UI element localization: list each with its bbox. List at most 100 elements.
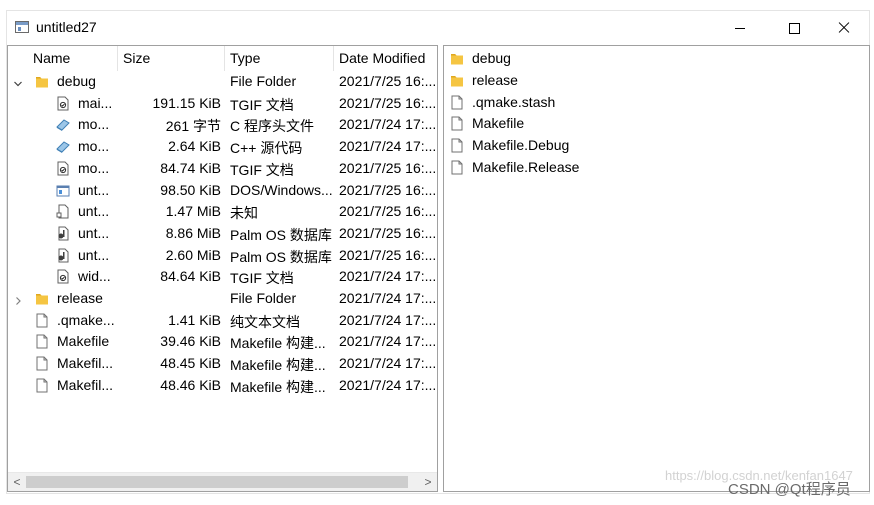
table-row[interactable]: unt... 8.86 MiB Palm OS 数据库 2021/7/25 16:..… bbox=[8, 223, 437, 244]
row-name: wid... bbox=[78, 268, 111, 285]
minimize-icon bbox=[735, 27, 745, 29]
row-type: TGIF 文档 bbox=[230, 96, 294, 113]
chevron-right-icon[interactable] bbox=[13, 293, 23, 305]
row-type: C++ 源代码 bbox=[230, 140, 303, 157]
row-name: .qmake... bbox=[57, 311, 115, 328]
row-date-modified: 2021/7/25 16:... bbox=[339, 181, 437, 198]
list-view[interactable]: debug release .qmake.stash Makefile Makefile… bbox=[443, 45, 870, 492]
folder-icon bbox=[35, 291, 49, 306]
column-header-type[interactable]: Type bbox=[225, 46, 334, 71]
row-type: File Folder bbox=[230, 73, 297, 89]
row-type: Makefile 构建... bbox=[230, 335, 326, 352]
tree-header: Name Size Type Date Modified bbox=[8, 46, 437, 71]
row-size: 2.60 MiB bbox=[165, 246, 221, 263]
row-name: mo... bbox=[78, 138, 110, 155]
app-window-icon bbox=[15, 21, 29, 33]
list-item[interactable]: Makefile bbox=[444, 112, 869, 134]
list-item-label: Makefile.Debug bbox=[472, 137, 570, 154]
chevron-right-icon: > bbox=[424, 475, 432, 489]
table-row[interactable]: unt... 1.47 MiB 未知 2021/7/25 16:... bbox=[8, 201, 437, 222]
scrollbar-thumb[interactable] bbox=[26, 476, 408, 488]
row-type: DOS/Windows... bbox=[230, 181, 333, 198]
minimize-button[interactable] bbox=[717, 11, 763, 45]
row-date-modified: 2021/7/24 17:... bbox=[339, 268, 437, 285]
watermark-label: CSDN @Qt程序员 bbox=[728, 481, 851, 498]
table-row[interactable]: Makefil... 48.45 KiB Makefile 构建... 2021/7/… bbox=[8, 353, 437, 374]
tgif-file-icon bbox=[56, 161, 70, 176]
row-date-modified: 2021/7/25 16:... bbox=[339, 246, 437, 263]
row-name: release bbox=[57, 290, 103, 306]
scroll-left-button[interactable]: < bbox=[8, 473, 26, 491]
maximize-button[interactable] bbox=[771, 11, 817, 45]
list-item[interactable]: Makefile.Release bbox=[444, 156, 869, 178]
tree-folder-row[interactable]: release File Folder 2021/7/24 17:... bbox=[8, 288, 437, 309]
list-item-label: release bbox=[472, 71, 518, 88]
table-row[interactable]: mo... 2.64 KiB C++ 源代码 2021/7/24 17:... bbox=[8, 136, 437, 157]
list-item[interactable]: Makefile.Debug bbox=[444, 134, 869, 156]
source-file-icon bbox=[56, 117, 70, 132]
row-name: mo... bbox=[78, 159, 110, 176]
row-size: 191.15 KiB bbox=[152, 94, 222, 111]
list-item[interactable]: debug bbox=[444, 47, 869, 69]
unknown-file-icon bbox=[56, 204, 70, 219]
row-date-modified: 2021/7/24 17:... bbox=[339, 376, 437, 393]
row-date-modified: 2021/7/24 17:... bbox=[339, 138, 437, 155]
row-name: mo... bbox=[78, 116, 110, 133]
row-size: 2.64 KiB bbox=[168, 138, 221, 155]
tgif-file-icon bbox=[56, 96, 70, 111]
table-row[interactable]: wid... 84.64 KiB TGIF 文档 2021/7/24 17:... bbox=[8, 266, 437, 287]
table-row[interactable]: Makefil... 48.46 KiB Makefile 构建... 2021/7/… bbox=[8, 375, 437, 396]
file-icon bbox=[450, 160, 464, 175]
row-type: C 程序头文件 bbox=[230, 118, 314, 135]
row-date-modified: 2021/7/24 17:... bbox=[339, 311, 437, 328]
scroll-right-button[interactable]: > bbox=[419, 473, 437, 491]
row-type: Palm OS 数据库 bbox=[230, 226, 332, 243]
row-name: mai... bbox=[78, 94, 113, 111]
file-icon bbox=[450, 116, 464, 131]
row-size: 1.41 KiB bbox=[168, 311, 221, 328]
file-icon bbox=[35, 378, 49, 393]
list-item[interactable]: .qmake.stash bbox=[444, 91, 869, 113]
list-item[interactable]: release bbox=[444, 69, 869, 91]
table-row[interactable]: Makefile 39.46 KiB Makefile 构建... 2021/7/24… bbox=[8, 331, 437, 352]
row-type: Makefile 构建... bbox=[230, 357, 326, 374]
row-size: 48.46 KiB bbox=[160, 376, 221, 393]
row-type: TGIF 文档 bbox=[230, 161, 294, 178]
folder-icon bbox=[450, 51, 464, 66]
row-type: 未知 bbox=[230, 205, 258, 222]
row-size: 39.46 KiB bbox=[160, 333, 221, 350]
tree-folder-row[interactable]: debug File Folder 2021/7/25 16:... bbox=[8, 71, 437, 92]
row-size: 84.74 KiB bbox=[160, 159, 221, 176]
chevron-down-icon[interactable] bbox=[13, 76, 23, 87]
table-row[interactable]: mai... 191.15 KiB TGIF 文档 2021/7/25 16:... bbox=[8, 93, 437, 114]
file-icon bbox=[35, 313, 49, 328]
row-size: 8.86 MiB bbox=[165, 224, 221, 241]
folder-icon bbox=[35, 74, 49, 89]
row-date-modified: 2021/7/25 16:... bbox=[339, 203, 437, 220]
source-file-icon bbox=[56, 139, 70, 154]
list-item-label: .qmake.stash bbox=[472, 93, 556, 110]
column-header-size[interactable]: Size bbox=[118, 46, 225, 71]
close-button[interactable] bbox=[821, 11, 867, 45]
table-row[interactable]: mo... 261 字节 C 程序头文件 2021/7/24 17:... bbox=[8, 114, 437, 135]
file-icon bbox=[450, 95, 464, 110]
table-row[interactable]: unt... 98.50 KiB DOS/Windows... 2021/7/25 1… bbox=[8, 180, 437, 201]
list-item-label: Makefile bbox=[472, 115, 525, 132]
row-type: File Folder bbox=[230, 290, 297, 306]
table-row[interactable]: unt... 2.60 MiB Palm OS 数据库 2021/7/25 16:..… bbox=[8, 245, 437, 266]
horizontal-scrollbar[interactable]: < > bbox=[8, 472, 437, 491]
title-bar[interactable]: untitled27 bbox=[7, 11, 869, 45]
tree-view[interactable]: Name Size Type Date Modified debug File F… bbox=[7, 45, 438, 492]
file-icon bbox=[35, 356, 49, 371]
row-date-modified: 2021/7/25 16:... bbox=[339, 159, 437, 176]
column-header-date-modified[interactable]: Date Modified bbox=[334, 46, 437, 71]
table-row[interactable]: .qmake... 1.41 KiB 纯文本文档 2021/7/24 17:... bbox=[8, 310, 437, 331]
row-size: 84.64 KiB bbox=[160, 268, 221, 285]
row-name: Makefile bbox=[57, 333, 110, 350]
row-type: 纯文本文档 bbox=[230, 313, 300, 330]
table-row[interactable]: mo... 84.74 KiB TGIF 文档 2021/7/25 16:... bbox=[8, 158, 437, 179]
column-header-name[interactable]: Name bbox=[28, 46, 118, 71]
row-name: unt... bbox=[78, 181, 110, 198]
file-icon bbox=[450, 138, 464, 153]
row-size: 1.47 MiB bbox=[165, 203, 221, 220]
